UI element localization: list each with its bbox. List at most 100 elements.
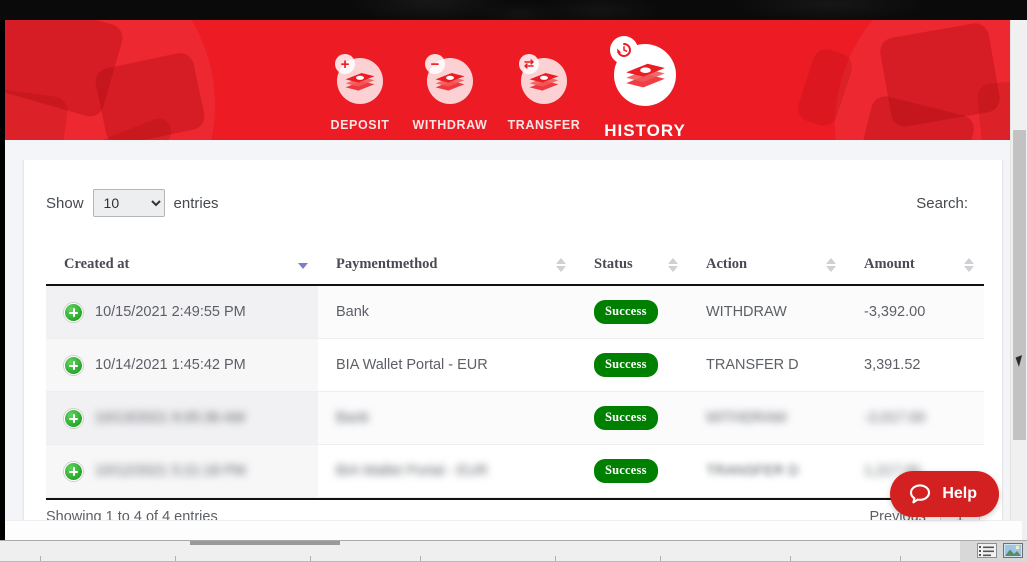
exchange-arrows-badge-icon: ⇄ bbox=[519, 54, 539, 74]
table-row[interactable]: 10/14/2021 1:45:42 PM BIA Wallet Portal … bbox=[46, 339, 984, 392]
cell-action: TRANSFER D bbox=[688, 445, 846, 498]
plus-circle-icon[interactable] bbox=[64, 409, 83, 428]
table-header-row: Created at Paymentmethod Status bbox=[46, 246, 984, 285]
sort-indicator[interactable] bbox=[826, 257, 836, 273]
action-value: WITHDRAW bbox=[706, 410, 787, 426]
ruler-ticks bbox=[0, 555, 960, 561]
table-search-control: Search: bbox=[916, 190, 976, 216]
window-bottom-strip bbox=[5, 520, 1022, 540]
column-label: Action bbox=[706, 256, 747, 272]
search-label: Search: bbox=[916, 195, 968, 212]
page-length-select[interactable]: 10 25 50 100 bbox=[93, 189, 165, 217]
created-at-value: 10/12/2021 5:21:18 PM bbox=[95, 463, 246, 479]
plus-circle-icon[interactable] bbox=[64, 303, 83, 322]
list-view-icon[interactable] bbox=[977, 543, 997, 558]
screen-root: + DEPOSIT bbox=[0, 0, 1027, 562]
badge-glyph: + bbox=[341, 57, 350, 72]
cell-status: Success bbox=[576, 392, 688, 445]
cell-status: Success bbox=[576, 339, 688, 392]
show-label: Show bbox=[46, 195, 84, 212]
sort-indicator[interactable] bbox=[668, 257, 678, 273]
transfer-money-icon: ⇄ bbox=[521, 58, 567, 104]
table-row[interactable]: 10/15/2021 2:49:55 PM Bank Success WITHD… bbox=[46, 285, 984, 339]
cell-status: Success bbox=[576, 285, 688, 339]
page-viewport: + DEPOSIT bbox=[5, 20, 1022, 540]
amount-value: -2,017.00 bbox=[864, 410, 925, 426]
nav-item-history[interactable]: HISTORY bbox=[582, 44, 708, 140]
withdraw-money-icon: − bbox=[427, 58, 473, 104]
taskbar-active-tab[interactable] bbox=[190, 541, 340, 545]
site-header-banner: + DEPOSIT bbox=[5, 20, 1022, 140]
column-label: Status bbox=[594, 256, 633, 272]
cell-created-at: 10/14/2021 1:45:42 PM bbox=[46, 339, 318, 392]
scrollbar-thumb[interactable] bbox=[1013, 130, 1026, 440]
cell-created-at: 10/15/2021 2:49:55 PM bbox=[46, 285, 318, 339]
main-nav: + DEPOSIT bbox=[5, 20, 1022, 140]
minus-badge-icon: − bbox=[425, 54, 445, 74]
entries-label: entries bbox=[174, 195, 219, 212]
taskbar-icon-group bbox=[977, 543, 1023, 558]
created-at-value: 10/14/2021 1:45:42 PM bbox=[95, 357, 246, 373]
bottom-taskbar bbox=[0, 540, 1027, 562]
created-at-value: 10/15/2021 2:49:55 PM bbox=[95, 304, 246, 320]
plus-circle-icon[interactable] bbox=[64, 356, 83, 375]
sort-indicator[interactable] bbox=[964, 257, 974, 273]
status-badge: Success bbox=[594, 459, 658, 483]
column-header-created-at[interactable]: Created at bbox=[46, 246, 318, 285]
clock-rotate-left-icon bbox=[615, 41, 633, 59]
cell-created-at: 10/13/2021 9:05:36 AM bbox=[46, 392, 318, 445]
clock-history-badge-icon bbox=[610, 36, 638, 64]
cell-paymentmethod: Bank bbox=[318, 285, 576, 339]
created-at-value: 10/13/2021 9:05:36 AM bbox=[95, 410, 245, 426]
action-value: TRANSFER D bbox=[706, 463, 799, 479]
column-label: Created at bbox=[64, 256, 129, 272]
cell-action: WITHDRAW bbox=[688, 392, 846, 445]
cell-status: Success bbox=[576, 445, 688, 498]
cell-action: WITHDRAW bbox=[688, 285, 846, 339]
badge-glyph: ⇄ bbox=[524, 58, 534, 70]
column-header-status[interactable]: Status bbox=[576, 246, 688, 285]
column-header-action[interactable]: Action bbox=[688, 246, 846, 285]
table-bottom-rule bbox=[46, 498, 984, 500]
status-badge: Success bbox=[594, 353, 658, 377]
history-table-card: Show 10 25 50 100 entries Search: bbox=[23, 160, 1003, 540]
table-row[interactable]: 10/12/2021 5:21:18 PM BIA Wallet Portal … bbox=[46, 445, 984, 498]
nav-label-history: HISTORY bbox=[582, 121, 708, 140]
column-label: Amount bbox=[864, 256, 915, 272]
plus-circle-icon[interactable] bbox=[64, 462, 83, 481]
cell-amount: 3,391.52 bbox=[846, 339, 984, 392]
cell-paymentmethod: BIA Wallet Portal - EUR bbox=[318, 339, 576, 392]
cell-created-at: 10/12/2021 5:21:18 PM bbox=[46, 445, 318, 498]
badge-glyph: − bbox=[431, 57, 440, 72]
cell-action: TRANSFER D bbox=[688, 339, 846, 392]
sort-indicator[interactable] bbox=[556, 257, 566, 273]
history-money-icon bbox=[614, 44, 676, 106]
table-body: 10/15/2021 2:49:55 PM Bank Success WITHD… bbox=[46, 285, 984, 498]
column-header-amount[interactable]: Amount bbox=[846, 246, 984, 285]
column-label: Paymentmethod bbox=[336, 256, 438, 272]
cell-paymentmethod: Bank bbox=[318, 392, 576, 445]
paymentmethod-value: Bank bbox=[336, 410, 369, 426]
sort-indicator-desc[interactable] bbox=[298, 257, 308, 273]
page-length-control: Show 10 25 50 100 entries bbox=[46, 189, 219, 217]
status-badge: Success bbox=[594, 300, 658, 324]
column-header-paymentmethod[interactable]: Paymentmethod bbox=[318, 246, 576, 285]
transaction-history-table: Created at Paymentmethod Status bbox=[46, 246, 984, 498]
status-badge: Success bbox=[594, 406, 658, 430]
taskbar-document-area bbox=[0, 541, 960, 562]
cell-amount: -2,017.00 bbox=[846, 392, 984, 445]
cell-paymentmethod: BIA Wallet Portal - EUR bbox=[318, 445, 576, 498]
table-row[interactable]: 10/13/2021 9:05:36 AM Bank Success WITHD… bbox=[46, 392, 984, 445]
paymentmethod-value: BIA Wallet Portal - EUR bbox=[336, 463, 488, 479]
help-button[interactable]: Help bbox=[890, 471, 999, 517]
chat-bubble-icon bbox=[908, 482, 932, 506]
plus-badge-icon: + bbox=[335, 54, 355, 74]
cell-amount: -3,392.00 bbox=[846, 285, 984, 339]
image-thumbnail-icon[interactable] bbox=[1003, 543, 1023, 558]
table-head: Created at Paymentmethod Status bbox=[46, 246, 984, 285]
deposit-money-icon: + bbox=[337, 58, 383, 104]
browser-top-bar bbox=[0, 0, 1027, 20]
help-button-label: Help bbox=[942, 485, 977, 503]
table-toolbar: Show 10 25 50 100 entries Search: bbox=[46, 186, 980, 220]
page-scrollbar[interactable] bbox=[1010, 20, 1027, 540]
